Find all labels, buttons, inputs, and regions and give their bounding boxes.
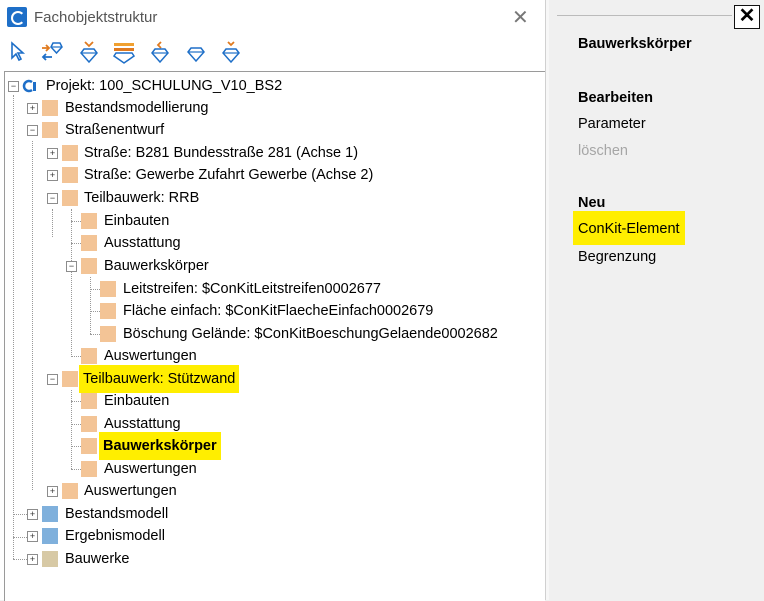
tree-item-rrb-auswertungen[interactable]: Auswertungen [0, 345, 540, 367]
conkit-element-link[interactable]: ConKit-Element [573, 211, 685, 245]
expand-toggle[interactable]: + [27, 103, 38, 114]
folder-icon [42, 528, 58, 544]
tree-label: Fläche einfach: $ConKitFlaecheEinfach000… [123, 303, 434, 319]
tree-label: Ausstattung [104, 235, 181, 251]
tree-item-bauwerke[interactable]: + Bauwerke [0, 548, 540, 570]
tree-item-bestandsmodell[interactable]: + Bestandsmodell [0, 503, 540, 525]
collapse-toggle[interactable]: − [47, 374, 58, 385]
expand-toggle[interactable]: + [47, 170, 58, 181]
folder-icon [100, 303, 116, 319]
tree-label: Straßenentwurf [65, 122, 165, 138]
tree-label: Auswertungen [84, 483, 177, 499]
tree-label: Straße: Gewerbe Zufahrt Gewerbe (Achse 2… [84, 167, 374, 183]
folder-icon [62, 190, 78, 206]
folder-icon [42, 506, 58, 522]
tree-item-strasse-1[interactable]: + Straße: B281 Bundesstraße 281 (Achse 1… [0, 142, 540, 164]
tree-item-bestandsmodellierung[interactable]: + Bestandsmodellierung [0, 97, 540, 119]
tree-label: Bestandsmodellierung [65, 100, 209, 116]
loeschen-link[interactable]: löschen [578, 143, 628, 159]
tree-item-rrb-ausstattung[interactable]: Ausstattung [0, 232, 540, 254]
folder-icon [81, 213, 97, 229]
expand-toggle[interactable]: + [27, 554, 38, 565]
tree-label: Teilbauwerk: Stützwand [79, 365, 240, 393]
tree-item-ergebnismodell[interactable]: + Ergebnismodell [0, 525, 540, 547]
expand-toggle[interactable]: + [47, 148, 58, 159]
diamond-down-icon[interactable] [77, 40, 101, 64]
folder-icon [81, 438, 97, 454]
folder-icon [42, 122, 58, 138]
collapse-toggle[interactable]: − [27, 125, 38, 136]
tree-item-auswertungen[interactable]: + Auswertungen [0, 480, 540, 502]
tree-label: Projekt: 100_SCHULUNG_V10_BS2 [46, 78, 283, 94]
title-bar: Fachobjektstruktur ✕ [0, 0, 545, 36]
tree-label: Ergebnismodell [65, 528, 165, 544]
folder-icon [81, 235, 97, 251]
folder-icon [81, 258, 97, 274]
tree-label: Böschung Gelände: $ConKitBoeschungGelaen… [123, 326, 498, 342]
folder-icon [42, 551, 58, 567]
collapse-toggle[interactable]: − [47, 193, 58, 204]
expand-toggle[interactable]: + [27, 531, 38, 542]
tree-label: Leitstreifen: $ConKitLeitstreifen0002677 [123, 281, 381, 297]
tree-item-teilbauwerk-rrb[interactable]: − Teilbauwerk: RRB [0, 187, 540, 209]
tree-item-sw-bauwerkskoerper[interactable]: Bauwerkskörper [0, 432, 540, 460]
tree-label: Auswertungen [104, 348, 197, 364]
app-icon [7, 7, 27, 27]
tree-label: Einbauten [104, 393, 170, 409]
close-icon[interactable]: ✕ [512, 5, 529, 30]
expand-toggle[interactable]: + [27, 509, 38, 520]
begrenzung-link[interactable]: Begrenzung [578, 249, 656, 265]
folder-icon [81, 461, 97, 477]
parameter-link[interactable]: Parameter [578, 116, 646, 132]
tree-item-sw-einbauten[interactable]: Einbauten [0, 390, 540, 412]
tree-item-teilbauwerk-stuetzwand[interactable]: − Teilbauwerk: Stützwand [0, 365, 540, 393]
folder-icon [62, 167, 78, 183]
tree-label: Auswertungen [104, 461, 197, 477]
diamond-left-icon[interactable] [148, 40, 172, 64]
tree-item-rrb-bauwerkskoerper[interactable]: − Bauwerkskörper [0, 255, 540, 277]
close-icon[interactable]: ✕ [734, 5, 760, 29]
tree-item-rrb-einbauten[interactable]: Einbauten [0, 210, 540, 232]
tree-label: Bestandsmodell [65, 506, 169, 522]
collapse-toggle[interactable]: − [66, 261, 77, 272]
tree-label: Bauwerkskörper [104, 258, 209, 274]
panel-heading: Bauwerkskörper [578, 36, 692, 52]
panel-top-rule [557, 15, 732, 16]
folder-icon [100, 326, 116, 342]
tree-item-sw-auswertungen[interactable]: Auswertungen [0, 458, 540, 480]
tree-item-sw-ausstattung[interactable]: Ausstattung [0, 413, 540, 435]
tree-label: Straße: B281 Bundesstraße 281 (Achse 1) [84, 145, 359, 161]
tree-item-project[interactable]: − Projekt: 100_SCHULUNG_V10_BS2 [0, 75, 540, 97]
structure-panel: Fachobjektstruktur ✕ − Projekt: 100_SCHU… [0, 0, 545, 601]
transfer-icon[interactable] [39, 40, 63, 64]
toolbar [0, 37, 545, 69]
stack-icon[interactable] [112, 40, 136, 64]
collapse-toggle[interactable]: − [8, 81, 19, 92]
folder-icon [62, 145, 78, 161]
tree-item-flaeche-einfach[interactable]: Fläche einfach: $ConKitFlaecheEinfach000… [0, 300, 540, 322]
pointer-icon[interactable] [6, 40, 30, 64]
folder-icon [81, 393, 97, 409]
tree-label: Einbauten [104, 213, 170, 229]
window-title: Fachobjektstruktur [34, 9, 158, 26]
expand-toggle[interactable]: + [47, 486, 58, 497]
section-neu: Neu [578, 195, 606, 211]
folder-icon [81, 348, 97, 364]
tree-item-boeschung-gelaende[interactable]: Böschung Gelände: $ConKitBoeschungGelaen… [0, 323, 540, 345]
tree-label-selected: Bauwerkskörper [99, 432, 221, 460]
diamond-icon[interactable] [184, 40, 208, 64]
tree-label: Bauwerke [65, 551, 130, 567]
folder-icon [100, 281, 116, 297]
folder-icon [42, 100, 58, 116]
project-icon [22, 79, 36, 93]
diamond-down-arrow-icon[interactable] [219, 40, 243, 64]
folder-icon [62, 483, 78, 499]
tree-label: Teilbauwerk: RRB [84, 190, 200, 206]
tree-item-strasse-2[interactable]: + Straße: Gewerbe Zufahrt Gewerbe (Achse… [0, 164, 540, 186]
folder-icon [81, 416, 97, 432]
tree-item-strassenentwurf[interactable]: − Straßenentwurf [0, 119, 540, 141]
folder-icon [62, 371, 78, 387]
tree-item-leitstreifen[interactable]: Leitstreifen: $ConKitLeitstreifen0002677 [0, 278, 540, 300]
section-bearbeiten: Bearbeiten [578, 90, 653, 106]
